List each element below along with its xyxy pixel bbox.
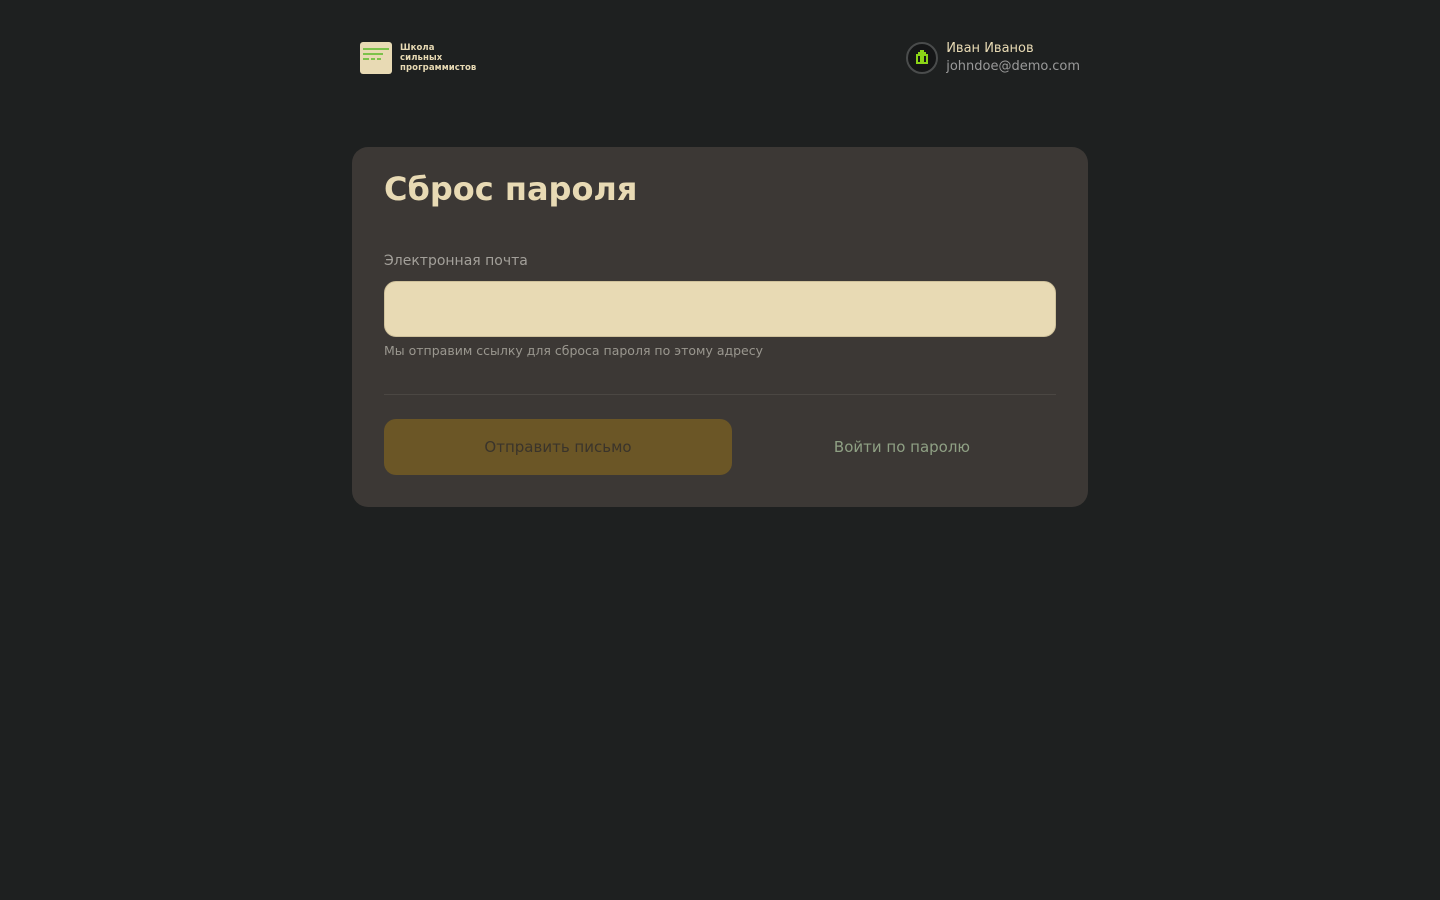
school-logo-icon xyxy=(360,42,392,74)
page-title: Сброс пароля xyxy=(384,170,638,208)
school-logo[interactable]: Школа сильных программистов xyxy=(360,42,476,74)
user-name: Иван Иванов xyxy=(946,41,1034,56)
avatar[interactable] xyxy=(906,42,939,74)
email-field-label: Электронная почта xyxy=(384,253,528,269)
top-header: Школа сильных программистов Иван Иванов … xyxy=(360,40,1080,76)
password-reset-card: Сброс пароля Электронная почта Мы отправ… xyxy=(352,147,1088,507)
user-profile[interactable]: Иван Иванов johndoe@demo.com xyxy=(906,40,1080,76)
user-info: Иван Иванов johndoe@demo.com xyxy=(946,40,1080,76)
logo-line-2: сильных xyxy=(400,53,443,63)
school-logo-text: Школа сильных программистов xyxy=(400,43,476,73)
user-email: johndoe@demo.com xyxy=(946,59,1080,74)
divider xyxy=(384,394,1056,395)
send-email-button[interactable]: Отправить письмо xyxy=(384,419,732,475)
email-field[interactable] xyxy=(384,281,1056,337)
logo-line-1: Школа xyxy=(400,43,435,53)
pixel-house-avatar-icon xyxy=(916,50,929,64)
email-hint: Мы отправим ссылку для сброса пароля по … xyxy=(384,343,764,358)
login-with-password-link[interactable]: Войти по паролю xyxy=(732,419,1072,475)
logo-line-3: программистов xyxy=(400,63,477,73)
